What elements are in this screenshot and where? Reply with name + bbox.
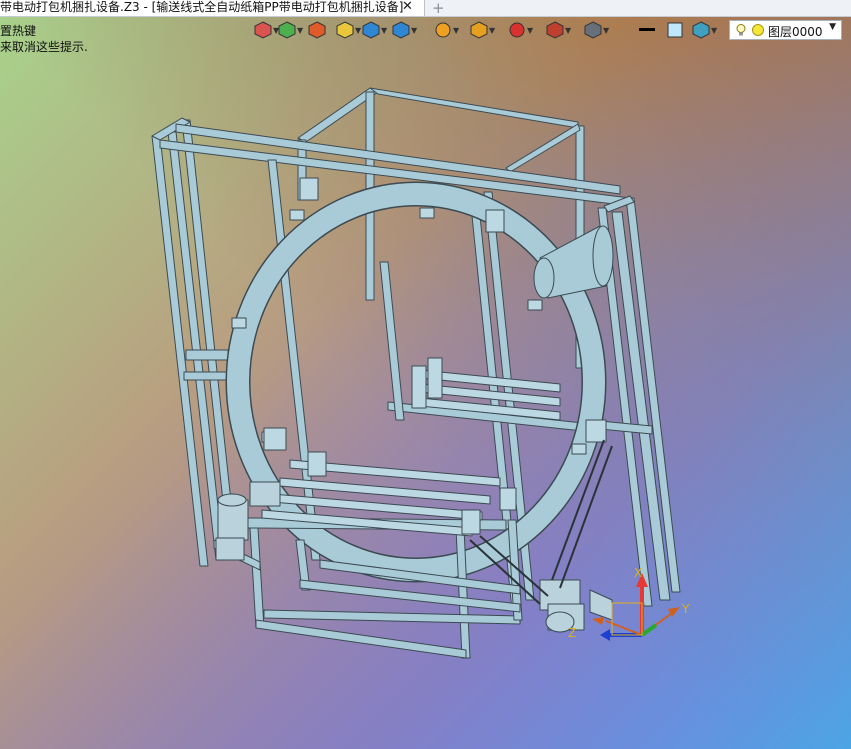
add-tab-icon[interactable]: + (432, 0, 445, 17)
feature-icon (278, 21, 296, 39)
line-tool-icon (308, 21, 326, 39)
chevron-down-icon: ▼ (829, 22, 836, 32)
hint-line-2: 来取消这些提示. (0, 40, 88, 54)
chevron-down-icon[interactable]: ▼ (453, 26, 459, 35)
chevron-down-icon[interactable]: ▼ (381, 26, 387, 35)
layer-value: 图层0000 (768, 25, 823, 39)
feature-button[interactable]: ▼ (276, 20, 306, 40)
view-fit-icon (470, 21, 488, 39)
material-button[interactable]: ▼ (690, 20, 720, 40)
dimension-button[interactable]: ▼ (544, 20, 574, 40)
hint-line-1: 置热键 (0, 24, 37, 38)
line-style-icon (639, 28, 655, 31)
solid-cube-icon (362, 21, 380, 39)
chevron-down-icon[interactable]: ▼ (527, 26, 533, 35)
triad-z-label: Z (568, 626, 576, 640)
chevron-down-icon[interactable]: ▼ (603, 26, 609, 35)
view-fit-button[interactable]: ▼ (468, 20, 498, 40)
render-mode-button[interactable]: ▼ (432, 20, 462, 40)
axis-button[interactable]: ▼ (506, 20, 536, 40)
exit-sketch-icon (254, 21, 272, 39)
axis-triad: X Y Z (568, 566, 690, 641)
triad-y-label: Y (681, 602, 690, 616)
lower-conveyor (213, 517, 523, 659)
material-icon (692, 21, 710, 39)
line-tool-button[interactable] (306, 20, 336, 40)
view-cube-button[interactable]: ▼ (390, 20, 420, 40)
lightbulb-icon (736, 24, 746, 36)
close-tab-icon[interactable]: ✕ (402, 0, 413, 14)
chevron-down-icon[interactable]: ▼ (711, 26, 717, 35)
chevron-down-icon[interactable]: ▼ (565, 26, 571, 35)
layer-dropdown[interactable]: 图层0000 ▼ (729, 20, 842, 40)
triad-x-label: X (634, 566, 642, 580)
model-view[interactable] (0, 0, 851, 749)
axis-icon (509, 22, 525, 38)
line-style-button[interactable] (636, 20, 666, 40)
solid-cube-button[interactable]: ▼ (360, 20, 390, 40)
document-tab-bar: 带电动打包机捆扎设备.Z3 - [输送线式全自动纸箱PP带电动打包机捆扎设备] … (0, 0, 851, 17)
chevron-down-icon[interactable]: ▼ (489, 26, 495, 35)
display-button[interactable]: ▼ (582, 20, 612, 40)
dimension-icon (546, 21, 564, 39)
frame-back (297, 87, 585, 369)
chevron-down-icon[interactable]: ▼ (411, 26, 417, 35)
chevron-down-icon[interactable]: ▼ (297, 26, 303, 35)
view-cube-icon (392, 21, 410, 39)
color-icon (667, 22, 683, 38)
layer-color-dot (752, 24, 764, 36)
solid-box-icon (336, 21, 354, 39)
render-mode-icon (435, 22, 451, 38)
display-icon (584, 21, 602, 39)
document-tab-title: 带电动打包机捆扎设备.Z3 - [输送线式全自动纸箱PP带电动打包机捆扎设备] (0, 0, 404, 14)
document-tab[interactable]: 带电动打包机捆扎设备.Z3 - [输送线式全自动纸箱PP带电动打包机捆扎设备] … (0, 0, 425, 16)
